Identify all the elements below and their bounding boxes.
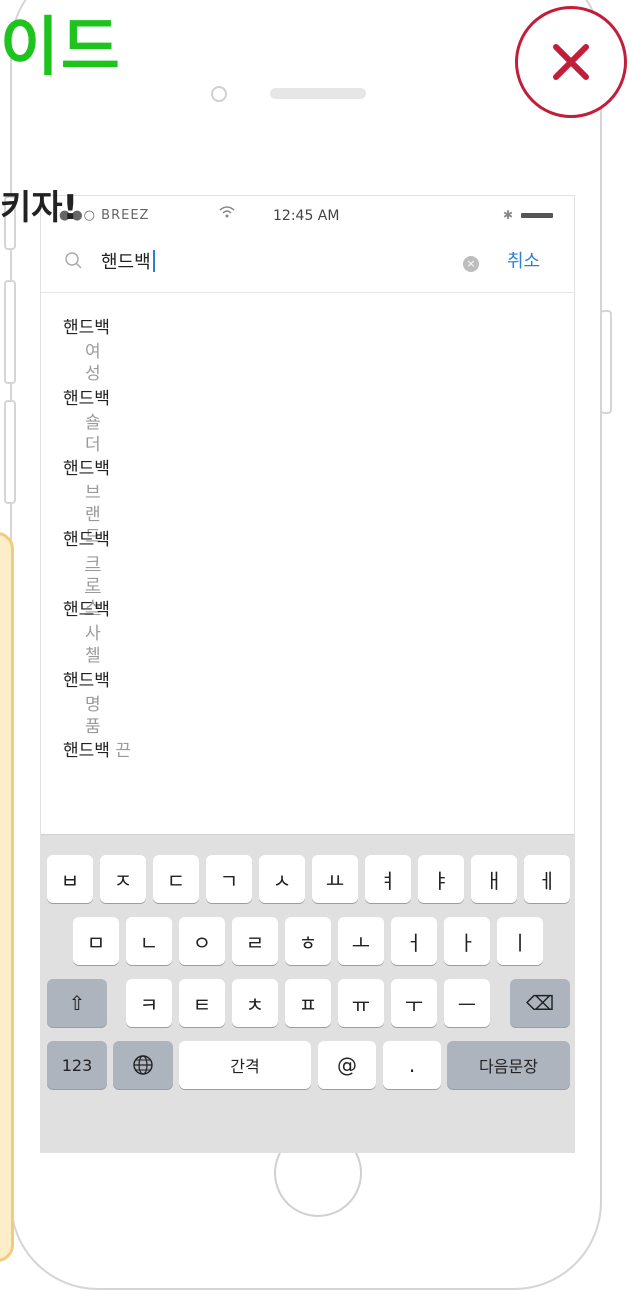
status-bar: ●●○ BREEZ 12:45 AM ✱ bbox=[41, 196, 574, 226]
guide-subheading: 키자! bbox=[0, 188, 79, 228]
clear-icon[interactable]: × bbox=[463, 256, 479, 272]
cancel-button[interactable]: 취소 bbox=[507, 250, 540, 274]
key[interactable]: ㅔ bbox=[524, 855, 570, 903]
key[interactable]: ㅍ bbox=[285, 979, 331, 1027]
key[interactable]: ㅏ bbox=[444, 917, 490, 965]
globe-key[interactable] bbox=[113, 1041, 173, 1089]
suggestion-item[interactable]: 사첼 핸드백 bbox=[41, 575, 574, 666]
space-key[interactable]: 간격 bbox=[179, 1041, 311, 1089]
return-key[interactable]: 다음문장 bbox=[447, 1041, 570, 1089]
key[interactable]: ㅌ bbox=[179, 979, 225, 1027]
suggestion-keyword: 핸드백 bbox=[63, 388, 110, 409]
suggestion-keyword: 핸드백 bbox=[63, 600, 110, 620]
key[interactable]: ㅐ bbox=[471, 855, 517, 903]
key[interactable]: ㅑ bbox=[418, 855, 464, 903]
close-x-icon bbox=[553, 44, 589, 80]
suggestion-keyword: 핸드백 bbox=[63, 318, 110, 338]
phone-volume-down bbox=[4, 400, 16, 504]
status-time: 12:45 AM bbox=[273, 208, 340, 224]
key[interactable]: ㅓ bbox=[391, 917, 437, 965]
search-icon bbox=[65, 252, 82, 269]
key[interactable]: ㅁ bbox=[73, 917, 119, 965]
wifi-icon bbox=[219, 206, 235, 222]
key[interactable]: ㄱ bbox=[206, 855, 252, 903]
suggestion-keyword: 핸드백 bbox=[63, 459, 110, 479]
key[interactable]: ㅣ bbox=[497, 917, 543, 965]
suggestion-item[interactable]: 크로스 핸드백 bbox=[41, 505, 574, 618]
key[interactable]: ㅈ bbox=[100, 855, 146, 903]
suggestion-keyword: 핸드백 bbox=[63, 529, 110, 550]
at-key[interactable]: @ bbox=[318, 1041, 376, 1089]
key[interactable]: ㅗ bbox=[338, 917, 384, 965]
bluetooth-icon: ✱ bbox=[503, 208, 514, 222]
key[interactable]: ㅎ bbox=[285, 917, 331, 965]
numbers-key[interactable]: 123 bbox=[47, 1041, 107, 1089]
key[interactable]: ㅡ bbox=[444, 979, 490, 1027]
key[interactable]: ㄹ bbox=[232, 917, 278, 965]
phone-power-button bbox=[600, 310, 612, 414]
guide-heading: 이드 bbox=[0, 11, 122, 85]
phone-screen: ●●○ BREEZ 12:45 AM ✱ 핸드백 × 취소 여성 핸드백 숄더 … bbox=[40, 195, 575, 1153]
key[interactable]: ㅅ bbox=[259, 855, 305, 903]
battery-icon bbox=[521, 213, 553, 218]
suggestion-item[interactable]: 여성 핸드백 bbox=[41, 293, 574, 384]
dot-key[interactable]: . bbox=[383, 1041, 441, 1089]
suggestion-item[interactable]: 명품 핸드백 bbox=[41, 646, 574, 737]
search-bar: 핸드백 × 취소 bbox=[41, 240, 574, 293]
key[interactable]: ㅋ bbox=[126, 979, 172, 1027]
suggestion-keyword: 핸드백 bbox=[63, 741, 110, 761]
key[interactable]: ㅠ bbox=[338, 979, 384, 1027]
suggestion-item[interactable]: 핸드백 끈 bbox=[41, 716, 574, 787]
search-query: 핸드백 bbox=[101, 252, 151, 273]
suggestion-item[interactable]: 숄더 핸드백 bbox=[41, 364, 574, 455]
suggestion-suffix: 끈 bbox=[109, 741, 131, 761]
key[interactable]: ㄴ bbox=[126, 917, 172, 965]
shift-key[interactable]: ⇧ bbox=[47, 979, 107, 1027]
key[interactable]: ㄷ bbox=[153, 855, 199, 903]
speaker-grille bbox=[270, 88, 366, 99]
suggestion-keyword: 핸드백 bbox=[63, 670, 110, 691]
close-button[interactable] bbox=[515, 6, 627, 118]
tutorial-side-panel bbox=[0, 532, 14, 1262]
search-input[interactable]: 핸드백 bbox=[101, 250, 155, 275]
key[interactable]: ㅂ bbox=[47, 855, 93, 903]
key[interactable]: ㅊ bbox=[232, 979, 278, 1027]
globe-icon bbox=[133, 1055, 153, 1075]
key[interactable]: ㅜ bbox=[391, 979, 437, 1027]
phone-volume-up bbox=[4, 280, 16, 384]
backspace-key[interactable]: ⌫ bbox=[510, 979, 570, 1027]
key[interactable]: ㅕ bbox=[365, 855, 411, 903]
suggestion-item[interactable]: 브랜드 핸드백 bbox=[41, 434, 574, 547]
text-caret bbox=[152, 250, 155, 272]
camera-icon bbox=[211, 86, 227, 102]
suggestion-list: 여성 핸드백 숄더 핸드백 브랜드 핸드백 크로스 핸드백 사첼 핸드백 명품 … bbox=[41, 293, 574, 787]
key[interactable]: ㅇ bbox=[179, 917, 225, 965]
korean-keyboard: ㅂ ㅈ ㄷ ㄱ ㅅ ㅛ ㅕ ㅑ ㅐ ㅔ ㅁ ㄴ ㅇ ㄹ ㅎ ㅗ ㅓ ㅏ ㅣ ⇧ … bbox=[41, 834, 574, 1152]
key[interactable]: ㅛ bbox=[312, 855, 358, 903]
